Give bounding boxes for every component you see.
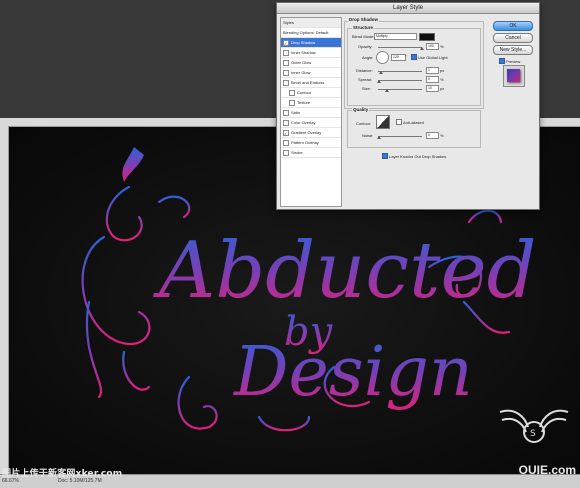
- anti-aliased-label: Anti-aliased: [403, 120, 424, 125]
- effect-item[interactable]: Bevel and Emboss: [281, 78, 341, 88]
- angle-label: Angle:: [362, 55, 374, 60]
- effect-checkbox[interactable]: [289, 89, 295, 96]
- preview-checkbox[interactable]: [499, 58, 505, 64]
- ok-button[interactable]: OK: [493, 21, 533, 31]
- noise-field[interactable]: 0: [426, 132, 439, 139]
- vertical-ruler: [0, 126, 9, 474]
- blending-options-item[interactable]: Blending Options: Default: [281, 28, 341, 38]
- shadow-color-swatch[interactable]: [419, 33, 435, 41]
- effect-label: Inner Shadow: [291, 50, 316, 55]
- effect-checkbox[interactable]: [283, 49, 289, 56]
- effect-checkbox[interactable]: [283, 119, 289, 126]
- distance-unit: px: [440, 68, 445, 73]
- quality-group: [347, 110, 481, 148]
- structure-title: Structure: [352, 25, 375, 30]
- opacity-slider[interactable]: [378, 47, 422, 48]
- spread-field[interactable]: 0: [426, 76, 439, 83]
- artwork-word-3: Design: [232, 333, 473, 412]
- effect-item[interactable]: Stroke: [281, 148, 341, 158]
- effect-checkbox[interactable]: [283, 149, 289, 156]
- contour-preview[interactable]: [376, 115, 390, 129]
- effect-label: Gradient Overlay: [291, 130, 322, 135]
- spread-slider-thumb[interactable]: [377, 80, 381, 83]
- watermark-text-left: 图片上传于新客网xker.com: [2, 469, 123, 479]
- styles-header[interactable]: Styles: [281, 18, 341, 28]
- effect-item[interactable]: Outer Glow: [281, 58, 341, 68]
- style-preview-thumbnail: [503, 65, 525, 87]
- effect-item[interactable]: Satin: [281, 108, 341, 118]
- effect-item[interactable]: Pattern Overlay: [281, 138, 341, 148]
- effect-label: Stroke: [291, 150, 303, 155]
- effect-checkbox[interactable]: [283, 59, 289, 66]
- blend-mode-select[interactable]: Multiply: [374, 33, 417, 40]
- effect-label: Texture: [297, 100, 311, 105]
- effect-item[interactable]: Texture: [281, 98, 341, 108]
- angle-field[interactable]: 120: [391, 54, 406, 61]
- effect-checkbox[interactable]: [283, 79, 289, 86]
- size-slider-thumb[interactable]: [385, 89, 389, 92]
- noise-slider[interactable]: [378, 136, 422, 137]
- styles-list: Styles Blending Options: Default Drop Sh…: [280, 17, 342, 207]
- preview-label: Preview: [506, 59, 521, 64]
- anti-aliased-checkbox[interactable]: [396, 119, 402, 125]
- opacity-unit: %: [440, 44, 444, 49]
- knocks-out-checkbox[interactable]: [382, 153, 388, 159]
- size-label: Size:: [362, 86, 371, 91]
- noise-slider-thumb[interactable]: [377, 136, 381, 139]
- effect-checkbox[interactable]: [283, 129, 289, 136]
- effect-item[interactable]: Drop Shadow: [281, 38, 341, 48]
- size-field[interactable]: 10: [426, 85, 439, 92]
- effect-item[interactable]: Gradient Overlay: [281, 128, 341, 138]
- effect-checkbox[interactable]: [283, 109, 289, 116]
- effect-checkbox[interactable]: [289, 99, 295, 106]
- opacity-label: Opacity:: [358, 44, 373, 49]
- noise-label: Noise:: [362, 133, 374, 138]
- artwork-word-1: Abducted: [153, 226, 537, 316]
- distance-field[interactable]: 1: [426, 67, 439, 74]
- effect-label: Contour: [297, 90, 312, 95]
- effect-label: Bevel and Emboss: [291, 80, 325, 85]
- effect-item[interactable]: Contour: [281, 88, 341, 98]
- layer-style-dialog: Layer Style Styles Blending Options: Def…: [276, 2, 540, 210]
- svg-text:S: S: [530, 429, 536, 439]
- use-global-light-label: Use Global Light: [418, 55, 448, 60]
- quality-title: Quality: [352, 107, 370, 112]
- angle-dial[interactable]: [376, 51, 389, 64]
- spread-unit: %: [440, 77, 444, 82]
- distance-slider[interactable]: [378, 71, 422, 72]
- effect-label: Pattern Overlay: [291, 140, 319, 145]
- distance-label: Distance:: [356, 68, 373, 73]
- knocks-out-label: Layer Knocks Out Drop Shadow: [389, 154, 447, 159]
- use-global-light-checkbox[interactable]: [411, 54, 417, 60]
- spread-slider[interactable]: [378, 80, 422, 81]
- opacity-slider-thumb[interactable]: [420, 47, 424, 50]
- effect-label: Satin: [291, 110, 301, 115]
- distance-slider-thumb[interactable]: [379, 71, 383, 74]
- blend-mode-label: Blend Mode:: [352, 34, 375, 39]
- drop-shadow-panel: Drop Shadow Structure Blend Mode: Multip…: [344, 17, 484, 205]
- watermark-seal-icon: S: [499, 409, 569, 443]
- effect-label: Inner Glow: [291, 70, 311, 75]
- spread-label: Spread:: [358, 77, 373, 82]
- opacity-field[interactable]: 100: [426, 43, 439, 50]
- angle-unit: °: [405, 54, 407, 59]
- effect-checkbox[interactable]: [283, 39, 289, 46]
- effect-checkbox[interactable]: [283, 69, 289, 76]
- watermark-text-right: OUIE.com: [518, 463, 576, 477]
- dialog-title[interactable]: Layer Style: [277, 3, 539, 14]
- effect-label: Color Overlay: [291, 120, 316, 125]
- effect-checkbox[interactable]: [283, 139, 289, 146]
- effect-item[interactable]: Inner Glow: [281, 68, 341, 78]
- effect-item[interactable]: Color Overlay: [281, 118, 341, 128]
- effect-label: Outer Glow: [291, 60, 312, 65]
- contour-label: Contour:: [356, 121, 372, 126]
- size-unit: px: [440, 86, 445, 91]
- effect-label: Drop Shadow: [291, 40, 316, 45]
- effect-item[interactable]: Inner Shadow: [281, 48, 341, 58]
- cancel-button[interactable]: Cancel: [493, 33, 533, 43]
- new-style-button[interactable]: New Style...: [493, 45, 533, 55]
- drop-shadow-title: Drop Shadow: [348, 17, 379, 22]
- noise-unit: %: [440, 133, 444, 138]
